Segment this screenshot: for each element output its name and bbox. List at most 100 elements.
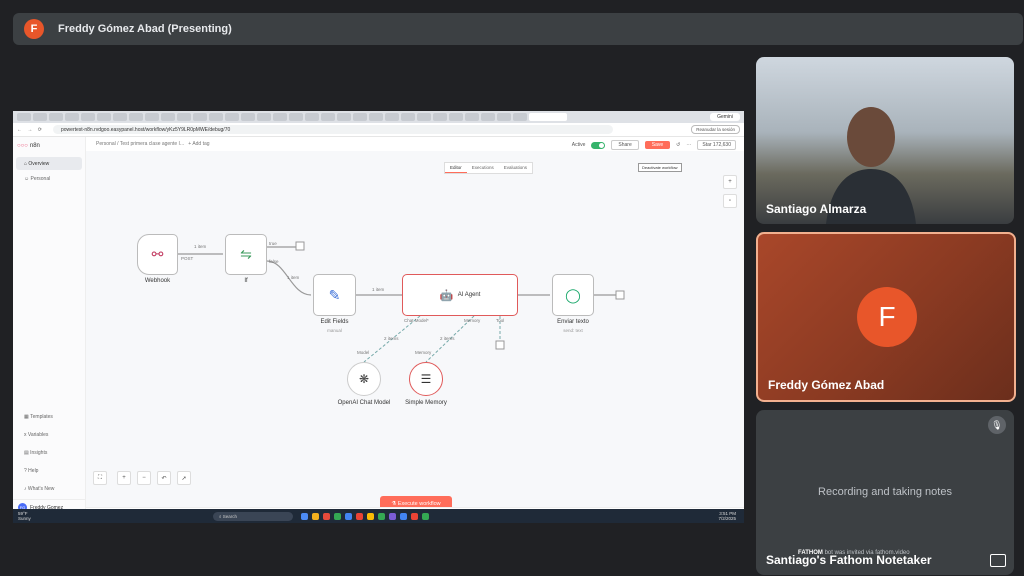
browser-tab[interactable] <box>465 113 479 121</box>
gemini-button[interactable]: Gemini <box>710 113 740 121</box>
node-if[interactable]: ⇋ <box>225 234 267 275</box>
workflow-canvas-area: Personal / Test primera clase agente I..… <box>86 137 744 515</box>
sidebar-item-help[interactable]: ? Help <box>16 463 82 479</box>
mic-off-icon: 🎙 <box>988 416 1006 434</box>
app-icon[interactable] <box>312 512 319 520</box>
avatar: F <box>857 287 917 347</box>
address-bar: ← → ⟳ powertest-n8n.rvdgoo.easypanel.hos… <box>13 123 744 137</box>
app-icon[interactable] <box>323 512 330 520</box>
node-openai-label: OpenAI Chat Model <box>337 400 391 406</box>
zoom-out-icon[interactable]: − <box>137 471 151 485</box>
sticky-note-icon[interactable]: ▫ <box>723 194 737 208</box>
add-node-icon[interactable]: + <box>723 175 737 189</box>
app-icon[interactable] <box>345 512 352 520</box>
browser-tab[interactable] <box>401 113 415 121</box>
n8n-app: ○○○ n8n ⌂ Overview ☺ Personal ▦ Templates… <box>13 137 744 515</box>
browser-tab[interactable] <box>17 113 31 121</box>
browser-tab[interactable] <box>81 113 95 121</box>
shared-screen: Gemini ← → ⟳ powertest-n8n.rvdgoo.easypa… <box>13 111 744 523</box>
browser-tab[interactable] <box>305 113 319 121</box>
app-icon[interactable] <box>422 512 429 520</box>
participant-tile-santiago[interactable]: Santiago Almarza <box>756 57 1014 224</box>
node-edit-fields-label: Edit Fields <box>320 319 349 325</box>
browser-tab[interactable] <box>385 113 399 121</box>
sidebar-item-overview[interactable]: ⌂ Overview <box>16 157 82 170</box>
browser-tab[interactable] <box>177 113 191 121</box>
browser-tab[interactable] <box>289 113 303 121</box>
browser-tab[interactable] <box>497 113 511 121</box>
taskbar-search[interactable]: ⌕ Search <box>213 511 293 521</box>
browser-tab[interactable] <box>161 113 175 121</box>
app-icon[interactable] <box>378 512 385 520</box>
browser-tab-active[interactable] <box>529 113 567 121</box>
connections-layer <box>178 241 625 363</box>
pointer-icon[interactable]: ➚ <box>177 471 191 485</box>
browser-tab[interactable] <box>481 113 495 121</box>
browser-tab[interactable] <box>209 113 223 121</box>
sidebar-item-insights[interactable]: ▤ Insights <box>16 445 82 461</box>
browser-tab[interactable] <box>33 113 47 121</box>
browser-tab[interactable] <box>449 113 463 121</box>
system-clock[interactable]: 3:51 PM 7/2/2025 <box>718 511 736 521</box>
edge-label-model: Model <box>357 350 370 355</box>
browser-tab[interactable] <box>241 113 255 121</box>
sidebar-item-label: Templates <box>30 414 53 420</box>
browser-tab[interactable] <box>433 113 447 121</box>
edge-label-true: true <box>269 241 277 246</box>
browser-tab[interactable] <box>257 113 271 121</box>
node-if-label: If <box>244 278 248 284</box>
node-simple-memory[interactable]: ☰ <box>409 362 443 396</box>
zoom-in-icon[interactable]: + <box>117 471 131 485</box>
node-edit-fields[interactable]: ✎ <box>313 274 356 316</box>
browser-tab[interactable] <box>49 113 63 121</box>
app-icon[interactable] <box>301 512 308 520</box>
pip-icon[interactable] <box>990 554 1006 567</box>
webhook-icon: ⚯ <box>151 246 164 262</box>
participant-tile-freddy[interactable]: F Freddy Gómez Abad <box>756 232 1016 402</box>
node-enviar-texto[interactable]: ◯ <box>552 274 594 316</box>
node-openai-chat-model[interactable]: ❋ <box>347 362 381 396</box>
app-icon[interactable] <box>389 512 396 520</box>
browser-tab[interactable] <box>369 113 383 121</box>
url-field[interactable]: powertest-n8n.rvdgoo.easypanel.host/work… <box>53 125 613 134</box>
participant-tile-fathom[interactable]: 🎙 Recording and taking notes FATHOM bot … <box>756 410 1014 575</box>
app-icon[interactable] <box>400 512 407 520</box>
port-memory: Memory <box>464 318 481 323</box>
browser-tab[interactable] <box>129 113 143 121</box>
browser-tab[interactable] <box>353 113 367 121</box>
edge-label-model-items: 2 items <box>384 336 399 341</box>
chat-icon: ◯ <box>565 286 581 303</box>
nav-buttons[interactable]: ← → ⟳ <box>13 127 53 133</box>
node-webhook[interactable]: ⚯ <box>137 234 178 275</box>
browser-tab[interactable] <box>65 113 79 121</box>
sidebar-item-templates[interactable]: ▦ Templates <box>16 409 82 425</box>
browser-tab[interactable] <box>273 113 287 121</box>
sidebar-item-whats-new[interactable]: ♪ What's New <box>16 481 82 497</box>
undo-icon[interactable]: ↶ <box>157 471 171 485</box>
node-ai-agent[interactable]: 🤖 AI Agent <box>402 274 518 316</box>
browser-tab[interactable] <box>225 113 239 121</box>
database-icon: ☰ <box>420 372 432 386</box>
browser-tab[interactable] <box>337 113 351 121</box>
browser-tab[interactable] <box>321 113 335 121</box>
browser-tab[interactable] <box>193 113 207 121</box>
logo-text: n8n <box>29 143 40 149</box>
edge-label-edit-agent: 1 item <box>372 287 385 292</box>
sidebar-item-personal[interactable]: ☺ Personal <box>16 172 82 185</box>
app-icon[interactable] <box>411 512 418 520</box>
app-icon[interactable] <box>367 512 374 520</box>
pencil-icon: ✎ <box>328 286 341 303</box>
browser-tab[interactable] <box>113 113 127 121</box>
edge-label-items: 1 item <box>194 244 207 249</box>
fit-view-icon[interactable]: ⛶ <box>93 471 107 485</box>
browser-tab[interactable] <box>97 113 111 121</box>
weather-widget[interactable]: 59°F Sunny <box>13 511 63 521</box>
browser-tab[interactable] <box>417 113 431 121</box>
browser-tab[interactable] <box>145 113 159 121</box>
sidebar-item-variables[interactable]: x Variables <box>16 427 82 443</box>
app-icon[interactable] <box>334 512 341 520</box>
browser-tab[interactable] <box>513 113 527 121</box>
profile-button[interactable]: Reanudar la sesión <box>691 125 740 134</box>
app-icon[interactable] <box>356 512 363 520</box>
participant-name: Santiago Almarza <box>766 202 867 216</box>
